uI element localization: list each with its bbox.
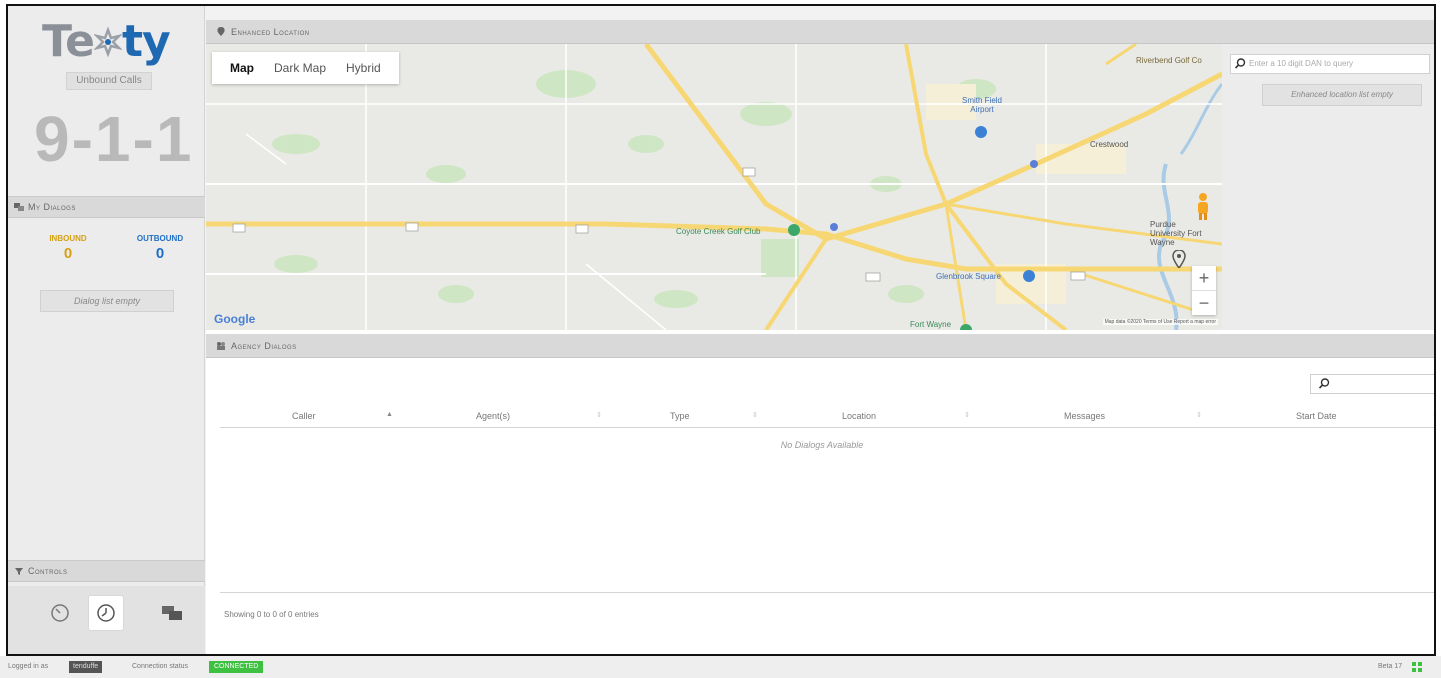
inbound-label: INBOUND (49, 234, 87, 243)
controls-header: Controls (8, 560, 205, 582)
column-caller[interactable]: Caller (292, 411, 316, 421)
enhanced-location-header: Enhanced Location (206, 20, 1434, 44)
dan-search-input[interactable]: Enter a 10 digit DAN to query (1230, 54, 1430, 74)
map-type-tabs: Map Dark Map Hybrid (212, 52, 399, 84)
location-map[interactable]: Map Dark Map Hybrid Riverbend Golf Co Sm… (206, 44, 1222, 330)
agency-icon (217, 342, 225, 350)
gauge-icon (51, 604, 69, 622)
google-logo: Google (214, 312, 256, 326)
column-agents[interactable]: Agent(s) (476, 411, 510, 421)
sort-icon[interactable]: ⇕ (596, 411, 602, 419)
dan-search-placeholder: Enter a 10 digit DAN to query (1249, 59, 1354, 68)
outbound-label: OUTBOUND (136, 234, 184, 243)
sort-icon[interactable]: ⇕ (752, 411, 758, 419)
map-label-coyote: Coyote Creek Golf Club (676, 227, 761, 236)
location-pin-icon[interactable] (1172, 250, 1186, 268)
map-label-glenbrook: Glenbrook Square (936, 272, 1001, 281)
enhanced-location-empty: Enhanced location list empty (1262, 84, 1422, 106)
map-attribution[interactable]: Map data ©2020 Terms of Use Report a map… (1102, 319, 1218, 325)
map-label-golf: Riverbend Golf Co (1136, 56, 1202, 65)
column-location[interactable]: Location (842, 411, 876, 421)
chat-bubbles-button[interactable] (154, 595, 190, 631)
sidebar: Te ty Unbound Calls 9-1-1 My Dialogs INBO… (8, 6, 205, 654)
outbound-counter[interactable]: OUTBOUND 0 (130, 234, 190, 262)
search-icon (1319, 378, 1330, 389)
dialog-list-empty: Dialog list empty (40, 290, 174, 312)
map-tiles (206, 44, 1222, 330)
inbound-counter[interactable]: INBOUND 0 (38, 234, 98, 262)
main-content: Enhanced Location Map Dark Map Hybrid Ri… (206, 20, 1434, 654)
sort-icon[interactable]: ⇕ (1196, 411, 1202, 419)
connection-status-badge: CONNECTED (209, 661, 264, 673)
my-dialogs-header: My Dialogs (8, 196, 205, 218)
logged-in-label: Logged in as (8, 663, 49, 670)
unbound-calls-button[interactable]: Unbound Calls (66, 72, 152, 90)
sort-asc-icon[interactable]: ▲ (386, 411, 393, 418)
table-search-input[interactable] (1310, 374, 1434, 394)
column-type[interactable]: Type (670, 411, 690, 421)
clock-button[interactable] (88, 595, 124, 631)
app-window: Te ty Unbound Calls 9-1-1 My Dialogs INBO… (6, 4, 1436, 656)
controls-icon (15, 568, 23, 575)
grid-icon[interactable] (1412, 662, 1422, 672)
map-label-crestwood: Crestwood (1090, 140, 1129, 149)
texty-logo-mark-icon (94, 26, 123, 58)
table-info: Showing 0 to 0 of 0 entries (224, 610, 319, 619)
connection-label: Connection status (132, 663, 189, 670)
zoom-in-button[interactable]: + (1192, 266, 1216, 290)
emergency-number: 9-1-1 (34, 103, 194, 175)
table-header: Caller ▲ Agent(s) ⇕ Type ⇕ Location ⇕ Me… (220, 406, 1434, 428)
chat-bubbles-icon (162, 606, 182, 620)
map-label-airport: Smith Field Airport (961, 96, 1002, 114)
search-icon (1235, 58, 1246, 69)
dialogs-icon (14, 203, 24, 211)
version-text: Beta 17 (1378, 663, 1403, 670)
sort-icon[interactable]: ⇕ (1432, 411, 1434, 419)
inbound-count: 0 (63, 245, 73, 262)
enhanced-location-panel: Enter a 10 digit DAN to query Enhanced l… (1222, 44, 1434, 330)
map-label-fort-wayne: Fort Wayne (910, 320, 952, 329)
column-messages[interactable]: Messages (1064, 411, 1105, 421)
gauge-button[interactable] (42, 595, 78, 631)
status-bar: Logged in as tenduffe Connection status … (0, 656, 1441, 678)
controls-bar (8, 586, 205, 654)
user-badge: tenduffe (69, 661, 103, 673)
pegman-icon[interactable] (1194, 192, 1212, 220)
sort-icon[interactable]: ⇕ (964, 411, 970, 419)
map-tab-hybrid[interactable]: Hybrid (336, 61, 391, 75)
map-tab-dark-map[interactable]: Dark Map (264, 61, 336, 75)
outbound-count: 0 (155, 245, 165, 262)
texty-logo: Te ty (42, 16, 171, 67)
agency-dialogs-header: Agency Dialogs (206, 334, 1434, 358)
zoom-out-button[interactable]: − (1192, 290, 1216, 315)
agency-dialogs-body: Caller ▲ Agent(s) ⇕ Type ⇕ Location ⇕ Me… (206, 360, 1434, 654)
map-tab-map[interactable]: Map (220, 61, 264, 75)
table-footer-divider (220, 592, 1434, 593)
map-marker-icon (217, 27, 225, 36)
zoom-control: + − (1192, 266, 1216, 315)
map-label-purdue: Purdue University Fort Wayne (1150, 220, 1202, 247)
clock-icon (97, 604, 115, 622)
empty-table-message: No Dialogs Available (780, 440, 864, 450)
column-start-date[interactable]: Start Date (1296, 411, 1337, 421)
